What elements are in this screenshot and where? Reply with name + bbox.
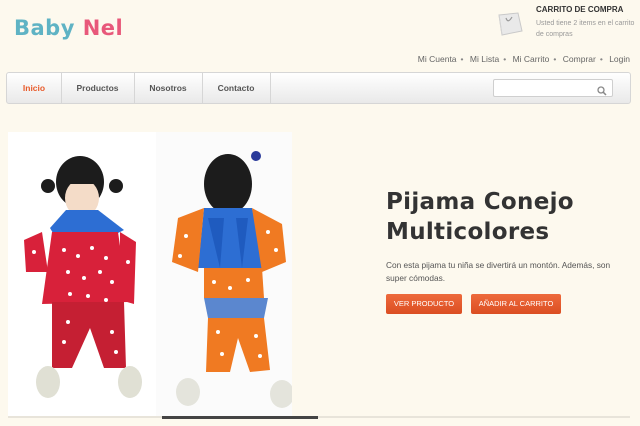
logo[interactable]: Baby Nel <box>14 16 123 40</box>
link-mi-cuenta[interactable]: Mi Cuenta <box>418 54 457 64</box>
slider-track <box>8 416 630 418</box>
add-to-cart-button[interactable]: AÑADIR AL CARRITO <box>471 294 561 314</box>
product-image[interactable] <box>8 132 294 417</box>
link-mi-carrito[interactable]: Mi Carrito <box>513 54 550 64</box>
link-mi-lista[interactable]: Mi Lista <box>470 54 499 64</box>
logo-part-nel: Nel <box>82 16 124 40</box>
main-navbar: Inicio Productos Nosotros Contacto <box>6 72 631 104</box>
hero-title-line1: Pijama Conejo <box>386 189 574 215</box>
top-links: Mi Cuenta • Mi Lista • Mi Carrito • Comprar… <box>417 54 630 64</box>
search-icon[interactable] <box>597 83 607 96</box>
nav-item-productos[interactable]: Productos <box>61 73 135 103</box>
shopping-bag-icon[interactable] <box>494 6 526 38</box>
link-comprar[interactable]: Comprar <box>563 54 596 64</box>
link-login[interactable]: Login <box>609 54 630 64</box>
view-product-button[interactable]: VER PRODUCTO <box>386 294 462 314</box>
cart-title: CARRITO DE COMPRA <box>536 5 624 14</box>
hero-description: Con esta pijama tu niña se divertirá un … <box>386 260 611 283</box>
slider-indicator[interactable] <box>162 416 318 419</box>
search-input[interactable] <box>497 82 592 94</box>
nav-item-contacto[interactable]: Contacto <box>202 73 271 103</box>
nav-item-inicio[interactable]: Inicio <box>7 73 62 103</box>
nav-item-nosotros[interactable]: Nosotros <box>134 73 203 103</box>
logo-part-baby: Baby <box>14 16 75 40</box>
hero-title: Pijama Conejo Multicolores <box>386 187 626 247</box>
hero-title-line2: Multicolores <box>386 219 550 245</box>
search-box <box>493 79 613 97</box>
cart-summary: Usted tiene 2 items en el carrito de com… <box>536 20 635 38</box>
